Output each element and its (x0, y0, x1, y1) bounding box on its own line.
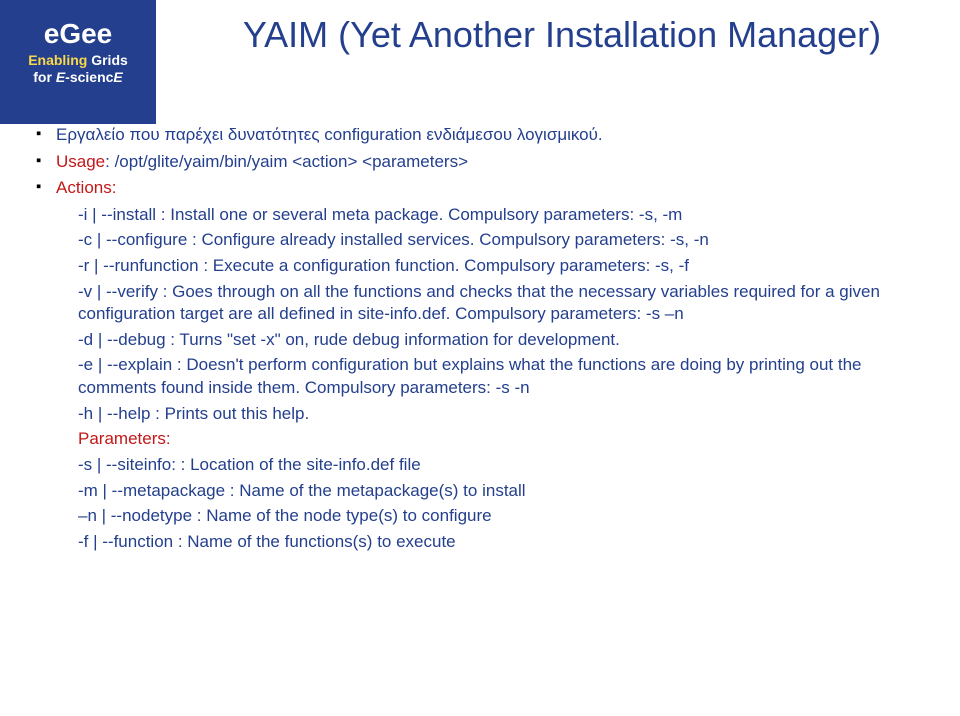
param-nodetype: –n | --nodetype : Name of the node type(… (36, 505, 932, 528)
bullet-usage: Usage: /opt/glite/yaim/bin/yaim <action>… (36, 151, 932, 174)
egee-logo: eGee Enabling Grids for E-sciencE (0, 0, 156, 106)
action-verify: -v | --verify : Goes through on all the … (36, 281, 932, 326)
parameters-label: Parameters: (78, 429, 171, 448)
logo-brand: eGee (44, 20, 113, 48)
actions-label: Actions: (56, 178, 116, 197)
action-install: -i | --install : Install one or several … (36, 204, 932, 227)
action-debug: -d | --debug : Turns "set -x" on, rude d… (36, 329, 932, 352)
param-metapackage: -m | --metapackage : Name of the metapac… (36, 480, 932, 503)
slide-title: YAIM (Yet Another Installation Manager) (184, 14, 940, 56)
bullet-intro: Εργαλείο που παρέχει δυνατότητες configu… (36, 124, 932, 147)
action-configure: -c | --configure : Configure already ins… (36, 229, 932, 252)
accent-bar (0, 106, 156, 124)
title-area: YAIM (Yet Another Installation Manager) (156, 0, 960, 56)
bullet-actions: Actions: (36, 177, 932, 200)
param-siteinfo: -s | --siteinfo: : Location of the site-… (36, 454, 932, 477)
logo-tagline: Enabling Grids for E-sciencE (28, 52, 128, 86)
action-runfunction: -r | --runfunction : Execute a configura… (36, 255, 932, 278)
slide-body: Εργαλείο που παρέχει δυνατότητες configu… (0, 106, 960, 553)
slide-header: eGee Enabling Grids for E-sciencE YAIM (… (0, 0, 960, 106)
usage-keyword: Usage (56, 152, 105, 171)
parameters-heading: Parameters: (36, 428, 932, 451)
action-explain: -e | --explain : Doesn't perform configu… (36, 354, 932, 399)
usage-text: : /opt/glite/yaim/bin/yaim <action> <par… (105, 152, 468, 171)
param-function: -f | --function : Name of the functions(… (36, 531, 932, 554)
action-help: -h | --help : Prints out this help. (36, 403, 932, 426)
